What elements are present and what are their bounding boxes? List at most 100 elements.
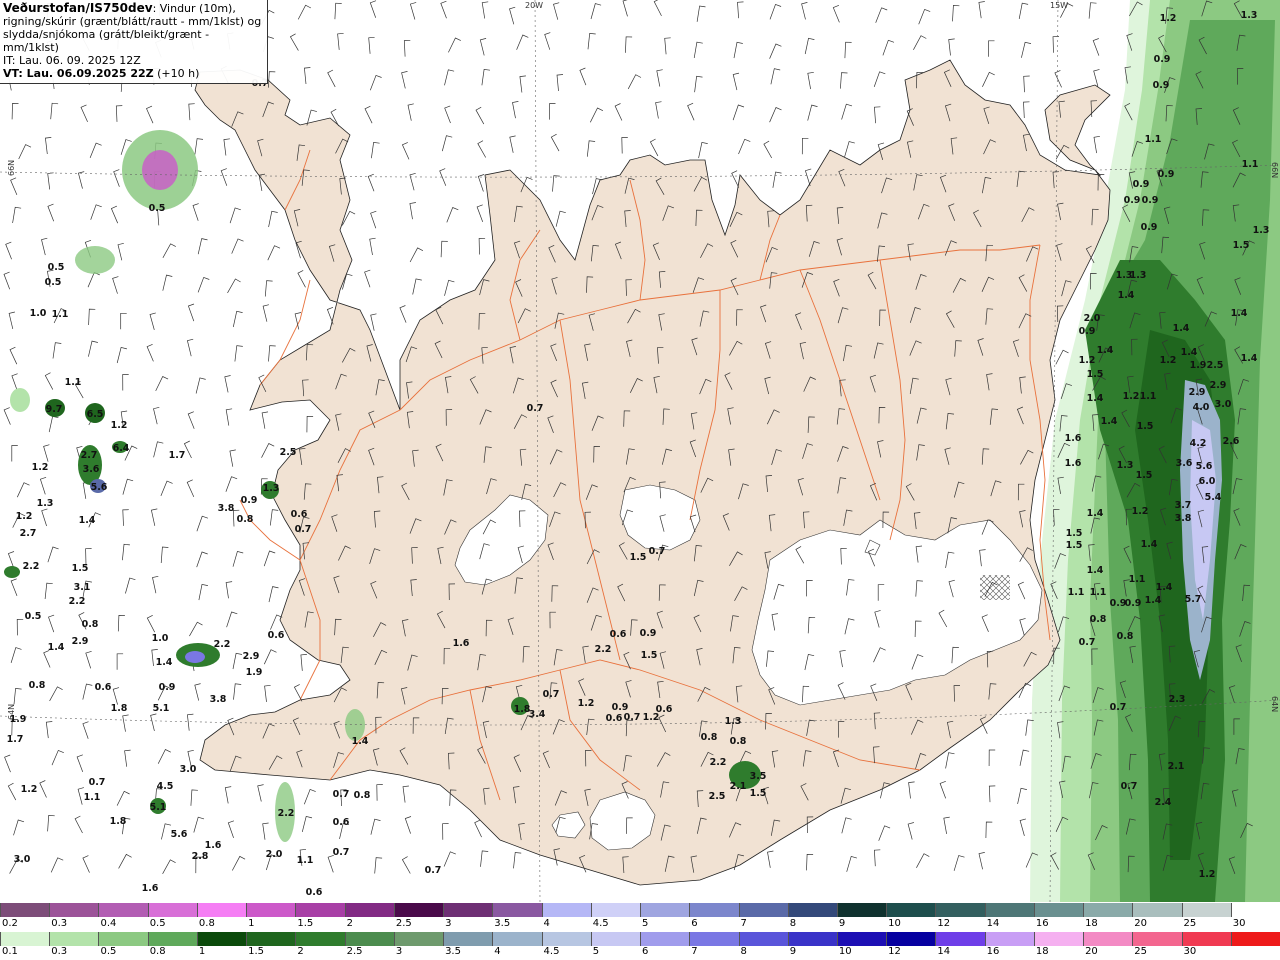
precip-value: 1.1 xyxy=(65,377,82,388)
legend-swatch xyxy=(246,932,296,946)
precip-value: 1.6 xyxy=(142,883,159,894)
legend-label: 1.5 xyxy=(297,918,314,929)
precip-value: 1.4 xyxy=(1173,323,1190,334)
precip-value: 2.9 xyxy=(1189,387,1206,398)
precip-value: 3.4 xyxy=(529,709,546,720)
legend-swatch xyxy=(1033,903,1084,917)
legend-swatch xyxy=(1132,903,1182,917)
precip-value: 1.2 xyxy=(1123,391,1140,402)
map-info-box: Veðurstofan/IS750dev: Vindur (10m), rign… xyxy=(0,0,268,84)
precip-value: 1.3 xyxy=(1130,270,1147,281)
precip-value: 0.6 xyxy=(291,509,308,520)
precip-value: 0.9 xyxy=(1141,222,1158,233)
precip-value: 3.0 xyxy=(1215,399,1232,410)
legend-label: 10 xyxy=(888,918,901,929)
precip-value: 0.6 xyxy=(333,817,350,828)
legend-swatch xyxy=(49,932,99,946)
precip-value: 5.6 xyxy=(91,482,108,493)
precip-value: 0.7 xyxy=(543,689,560,700)
legend-label: 20 xyxy=(1085,946,1098,957)
legend-swatch xyxy=(738,932,788,946)
precip-value: 1.2 xyxy=(21,784,38,795)
legend-label: 1.5 xyxy=(248,946,265,957)
legend-label: 0.5 xyxy=(149,918,166,929)
legend-swatch xyxy=(886,932,936,946)
precip-value: 2.5 xyxy=(1207,360,1224,371)
precip-value: 0.8 xyxy=(1090,614,1107,625)
precip-value: 2.5 xyxy=(709,791,726,802)
precip-value: 2.5 xyxy=(280,447,297,458)
legend-label: 3 xyxy=(395,946,403,957)
legend-label: 30 xyxy=(1232,918,1246,929)
precip-value: 1.3 xyxy=(725,716,742,727)
grid-label-20w: 20W xyxy=(525,1,543,10)
legend-label: 7 xyxy=(740,918,747,929)
precip-value: 5.7 xyxy=(1185,594,1202,605)
legend-swatch xyxy=(0,903,50,917)
precip-value: 6.5 xyxy=(87,409,104,420)
legend-label: 25 xyxy=(1183,918,1197,929)
legend-swatch xyxy=(1132,932,1182,946)
precip-value: 0.9 xyxy=(1124,195,1141,206)
precip-value: 0.6 xyxy=(606,713,623,724)
precip-value: 3.0 xyxy=(14,854,31,865)
precip-value: 3.8 xyxy=(218,503,235,514)
precip-value: 3.6 xyxy=(83,464,100,475)
legend-swatch xyxy=(640,932,690,946)
issue-time: IT: Lau. 06. 09. 2025 12Z xyxy=(3,54,141,67)
legend-snow-labels: 0.2 0.3 0.4 0.5 0.8 1 1.5 2 2.5 3 3.5 4 4.5 5 6 7 8 9 10 12… xyxy=(0,918,1280,931)
precip-value: 1.1 xyxy=(1140,391,1157,402)
legend-swatch xyxy=(1230,903,1280,917)
legend-swatch xyxy=(1230,932,1280,946)
legend-swatch xyxy=(984,932,1034,946)
legend-swatch xyxy=(147,903,197,917)
precip-value: 2.2 xyxy=(214,639,231,650)
precip-value: 5.6 xyxy=(171,829,188,840)
legend-label: 2 xyxy=(297,946,304,957)
legend-swatch xyxy=(1083,932,1133,946)
precip-value: 6.0 xyxy=(1199,476,1216,487)
precip-value: 6.4 xyxy=(113,443,130,454)
precip-value: 1.4 xyxy=(1101,416,1118,427)
legend-label: 5 xyxy=(592,946,600,957)
legend-swatch xyxy=(443,932,493,946)
precip-value: 1.2 xyxy=(1079,355,1096,366)
valid-time: VT: Lau. 06.09.2025 22Z xyxy=(3,67,154,80)
precip-value: 1.5 xyxy=(750,788,767,799)
legend-label: 7 xyxy=(691,946,698,957)
legend-swatch xyxy=(1181,932,1231,946)
precip-value: 1.8 xyxy=(110,816,127,827)
precip-value: 1.4 xyxy=(1181,347,1198,358)
legend-label: 10 xyxy=(838,946,852,957)
legend-swatch xyxy=(787,932,837,946)
precip-value: 1.5 xyxy=(641,650,658,661)
precip-value: 0.8 xyxy=(730,736,747,747)
precip-value: 0.8 xyxy=(237,514,254,525)
precip-value: 0.5 xyxy=(48,262,65,273)
legend-label: 16 xyxy=(986,946,1000,957)
precip-value: 0.6 xyxy=(610,629,627,640)
legend-label: 25 xyxy=(1134,946,1148,957)
precip-value: 1.4 xyxy=(1141,539,1158,550)
precip-value: 1.2 xyxy=(1199,869,1216,880)
precip-value: 1.5 xyxy=(1087,369,1104,380)
precip-value: 1.4 xyxy=(1156,582,1173,593)
grid-label-66n-right: 66N xyxy=(1270,162,1279,178)
grid-label-15w: 15W xyxy=(1050,1,1068,10)
legend-swatch xyxy=(295,903,345,917)
precip-value: 2.6 xyxy=(1223,436,1240,447)
precip-value: 0.9 xyxy=(1158,169,1175,180)
legend-label: 14 xyxy=(937,946,951,957)
precip-value: 0.7 xyxy=(1079,637,1096,648)
legend-swatch xyxy=(98,903,148,917)
precip-value: 2.3 xyxy=(1169,694,1186,705)
precip-value: 1.4 xyxy=(352,736,369,747)
precip-value: 3.0 xyxy=(180,764,197,775)
precip-value: 1.7 xyxy=(7,734,24,745)
precip-value: 2.1 xyxy=(1168,761,1185,772)
precip-value: 1.4 xyxy=(156,657,173,668)
legend-swatch xyxy=(541,932,591,946)
precip-value: 2.2 xyxy=(595,644,612,655)
precip-value: 1.4 xyxy=(1097,345,1114,356)
precip-value: 1.2 xyxy=(578,698,595,709)
